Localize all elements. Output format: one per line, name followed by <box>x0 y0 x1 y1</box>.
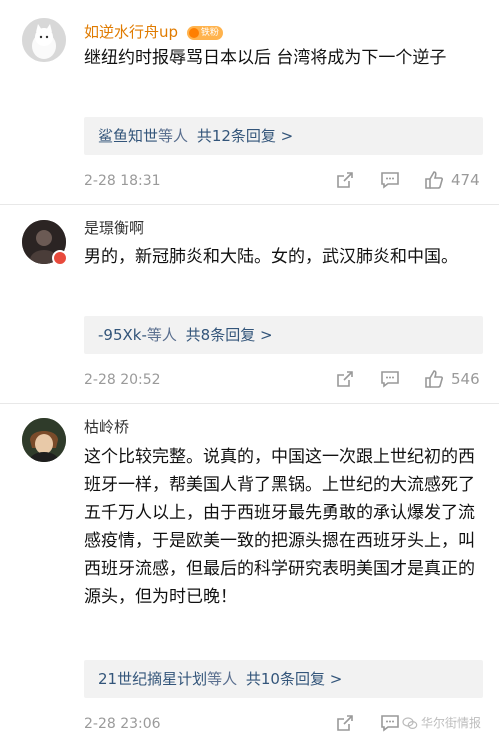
comment-text: 这个比较完整。说真的，中国这一次跟上世纪初的西班牙一样，帮美国人背了黑锅。上世纪… <box>84 447 475 607</box>
like-button[interactable]: 474 <box>423 169 480 191</box>
reply-users[interactable]: -95Xk- <box>98 326 147 344</box>
like-count: 474 <box>451 171 480 189</box>
share-icon <box>337 371 353 387</box>
reply-summary[interactable]: 21世纪摘星计划等人 共10条回复 > <box>84 660 483 698</box>
divider <box>0 403 499 404</box>
username-text[interactable]: 如逆水行舟up <box>84 23 178 41</box>
comment-text: 男的，新冠肺炎和大陆。女的，武汉肺炎和中国。 <box>84 247 458 267</box>
reply-summary[interactable]: 鲨鱼知世等人 共12条回复 > <box>84 117 483 155</box>
timestamp: 2-28 18:31 <box>84 173 161 189</box>
reply-summary[interactable]: -95Xk-等人 共8条回复 > <box>84 316 483 354</box>
share-icon <box>337 172 353 188</box>
comment-button[interactable] <box>379 369 401 389</box>
timestamp: 2-28 20:52 <box>84 372 161 388</box>
reply-count[interactable]: 共12条回复 > <box>197 127 293 145</box>
like-button[interactable]: 546 <box>423 368 480 390</box>
watermark: 华尔街情报 <box>402 714 481 731</box>
cat-avatar-icon <box>22 18 66 62</box>
share-button[interactable] <box>335 170 355 190</box>
divider <box>0 204 499 205</box>
share-icon <box>337 715 353 731</box>
thumbs-up-icon <box>425 171 443 189</box>
comment-button[interactable] <box>379 170 401 190</box>
reply-count[interactable]: 共10条回复 > <box>246 670 342 688</box>
anime-avatar-icon <box>22 418 66 462</box>
share-button[interactable] <box>335 369 355 389</box>
avatar[interactable] <box>22 418 66 462</box>
timestamp: 2-28 23:06 <box>84 716 161 732</box>
comment-icon <box>381 715 399 732</box>
verified-badge-icon <box>52 250 68 266</box>
username[interactable]: 如逆水行舟up 铁粉 <box>84 22 223 42</box>
comment-button[interactable] <box>379 713 401 733</box>
share-button[interactable] <box>335 713 355 733</box>
avatar[interactable] <box>22 18 66 62</box>
like-count: 546 <box>451 370 480 388</box>
username[interactable]: 是璟衡啊 <box>84 218 144 238</box>
reply-users[interactable]: 鲨鱼知世 <box>98 127 158 145</box>
wechat-icon <box>402 716 418 729</box>
thumbs-up-icon <box>425 370 443 388</box>
reply-count[interactable]: 共8条回复 > <box>186 326 273 344</box>
fan-badge: 铁粉 <box>186 25 223 40</box>
watermark-text: 华尔街情报 <box>421 716 482 730</box>
comment-icon <box>381 371 399 388</box>
reply-users[interactable]: 21世纪摘星计划 <box>98 670 207 688</box>
comment-text: 继纽约时报辱骂日本以后 台湾将成为下一个逆子 <box>84 48 447 68</box>
comment-icon <box>381 172 399 189</box>
username[interactable]: 枯岭桥 <box>84 417 129 437</box>
